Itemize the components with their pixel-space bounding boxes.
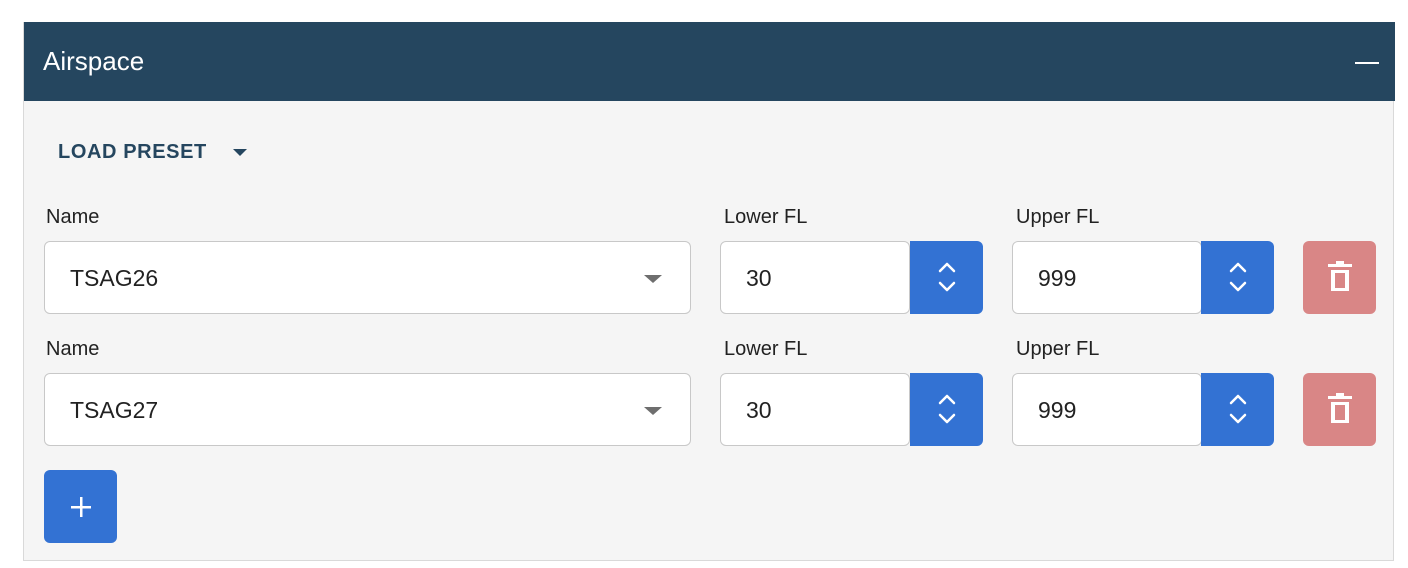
- upper-fl-value: 999: [1038, 397, 1077, 423]
- lower-fl-stepper[interactable]: [910, 373, 983, 446]
- upper-fl-input[interactable]: 999: [1012, 241, 1202, 314]
- plus-icon: [71, 497, 91, 517]
- name-select-value: TSAG27: [70, 397, 159, 423]
- name-label: Name: [46, 206, 100, 228]
- lower-fl-label: Lower FL: [724, 338, 808, 360]
- chevron-up-down-icon: [938, 394, 956, 424]
- airspace-row: Name Lower FL Upper FL TSAG26 30 999: [24, 205, 1395, 315]
- trash-icon: [1328, 261, 1352, 291]
- panel-header: Airspace: [24, 22, 1395, 101]
- name-select-value: TSAG26: [70, 265, 159, 291]
- load-preset-button[interactable]: LOAD PRESET: [58, 137, 247, 167]
- airspace-panel: Airspace LOAD PRESET Name Lower FL Upper…: [23, 22, 1395, 561]
- lower-fl-value: 30: [746, 265, 772, 291]
- name-select[interactable]: TSAG27: [44, 373, 691, 446]
- upper-fl-value: 999: [1038, 265, 1077, 291]
- lower-fl-stepper[interactable]: [910, 241, 983, 314]
- caret-down-icon: [644, 275, 662, 283]
- trash-icon: [1328, 393, 1352, 423]
- collapse-button[interactable]: [1353, 48, 1381, 76]
- airspace-row: Name Lower FL Upper FL TSAG27 30 999: [24, 337, 1395, 447]
- delete-row-button[interactable]: [1303, 373, 1376, 446]
- delete-row-button[interactable]: [1303, 241, 1376, 314]
- chevron-up-down-icon: [938, 262, 956, 292]
- caret-down-icon: [644, 407, 662, 415]
- load-preset-label: LOAD PRESET: [58, 140, 207, 163]
- upper-fl-label: Upper FL: [1016, 338, 1100, 360]
- name-label: Name: [46, 338, 100, 360]
- panel-title: Airspace: [43, 46, 145, 76]
- lower-fl-input[interactable]: 30: [720, 241, 910, 314]
- lower-fl-value: 30: [746, 397, 772, 423]
- caret-down-icon: [232, 148, 247, 156]
- lower-fl-input[interactable]: 30: [720, 373, 910, 446]
- lower-fl-label: Lower FL: [724, 206, 808, 228]
- upper-fl-stepper[interactable]: [1201, 373, 1274, 446]
- minus-icon: [1355, 62, 1379, 64]
- upper-fl-input[interactable]: 999: [1012, 373, 1202, 446]
- chevron-up-down-icon: [1229, 394, 1247, 424]
- add-row-button[interactable]: [44, 470, 117, 543]
- chevron-up-down-icon: [1229, 262, 1247, 292]
- upper-fl-stepper[interactable]: [1201, 241, 1274, 314]
- upper-fl-label: Upper FL: [1016, 206, 1100, 228]
- name-select[interactable]: TSAG26: [44, 241, 691, 314]
